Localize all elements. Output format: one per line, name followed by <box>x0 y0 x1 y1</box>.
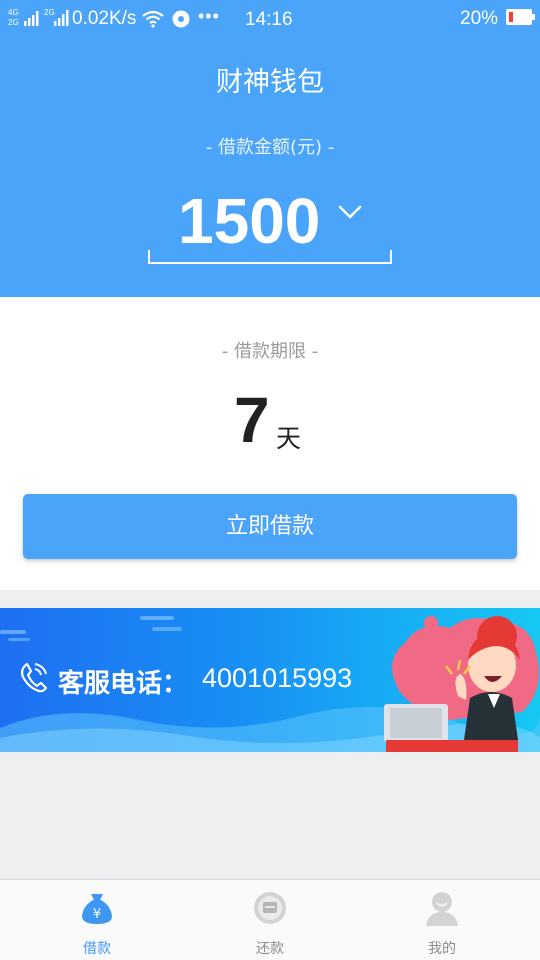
nav-item-mine[interactable]: 我的 <box>352 880 532 960</box>
signal-label-2g-b: 2G <box>44 8 55 17</box>
service-phone-label: 客服电话： <box>58 669 189 699</box>
net-speed: 0.02K/s <box>72 8 137 29</box>
term-value: 7 <box>234 384 270 456</box>
nav-label-repay: 还款 <box>256 941 284 957</box>
borrow-now-button[interactable]: 立即借款 <box>23 494 517 559</box>
app-title: 财神钱包 <box>216 67 324 98</box>
status-bar: 4G 2G 2G 0.02K/s ••• 14:16 20% <box>0 0 540 36</box>
disc-icon <box>172 10 190 28</box>
amount-selector[interactable]: 1500 <box>148 180 392 264</box>
nav-label-mine: 我的 <box>428 941 456 957</box>
term-unit: 天 <box>276 424 302 453</box>
svg-text:¥: ¥ <box>93 907 101 922</box>
term-label: - 借款期限 - <box>221 341 319 362</box>
nav-item-repay[interactable]: 还款 <box>180 880 360 960</box>
chevron-down-icon <box>338 205 362 219</box>
nav-item-borrow[interactable]: ¥ 借款 <box>7 880 187 960</box>
amount-underline <box>148 250 392 264</box>
clock: 14:16 <box>245 9 293 30</box>
service-phone-number[interactable]: 4001015993 <box>202 663 352 694</box>
wallet-icon <box>254 892 286 924</box>
signal-icon: 4G 2G 2G <box>8 8 69 27</box>
nav-label-borrow: 借款 <box>83 941 111 957</box>
header-panel: 4G 2G 2G 0.02K/s ••• 14:16 20% 财神钱包 - 借款… <box>0 0 540 297</box>
term-card: - 借款期限 - 7 天 立即借款 <box>0 297 540 590</box>
amount-label: - 借款金额(元) - <box>205 137 335 158</box>
money-bag-icon: ¥ <box>82 894 112 924</box>
wifi-icon <box>142 10 164 28</box>
bottom-nav: ¥ 借款 还款 我的 <box>0 879 540 960</box>
more-dots-icon: ••• <box>198 6 220 26</box>
signal-label-4g: 4G <box>8 8 19 17</box>
customer-service-banner[interactable]: 客服电话： 4001015993 <box>0 608 540 752</box>
battery-percent: 20% <box>460 8 499 29</box>
loan-amount: 1500 <box>178 185 321 257</box>
battery-icon <box>506 9 535 25</box>
user-icon <box>426 892 458 926</box>
signal-label-2g-a: 2G <box>8 18 19 27</box>
battery-level <box>509 12 514 22</box>
phone-icon <box>21 662 47 693</box>
